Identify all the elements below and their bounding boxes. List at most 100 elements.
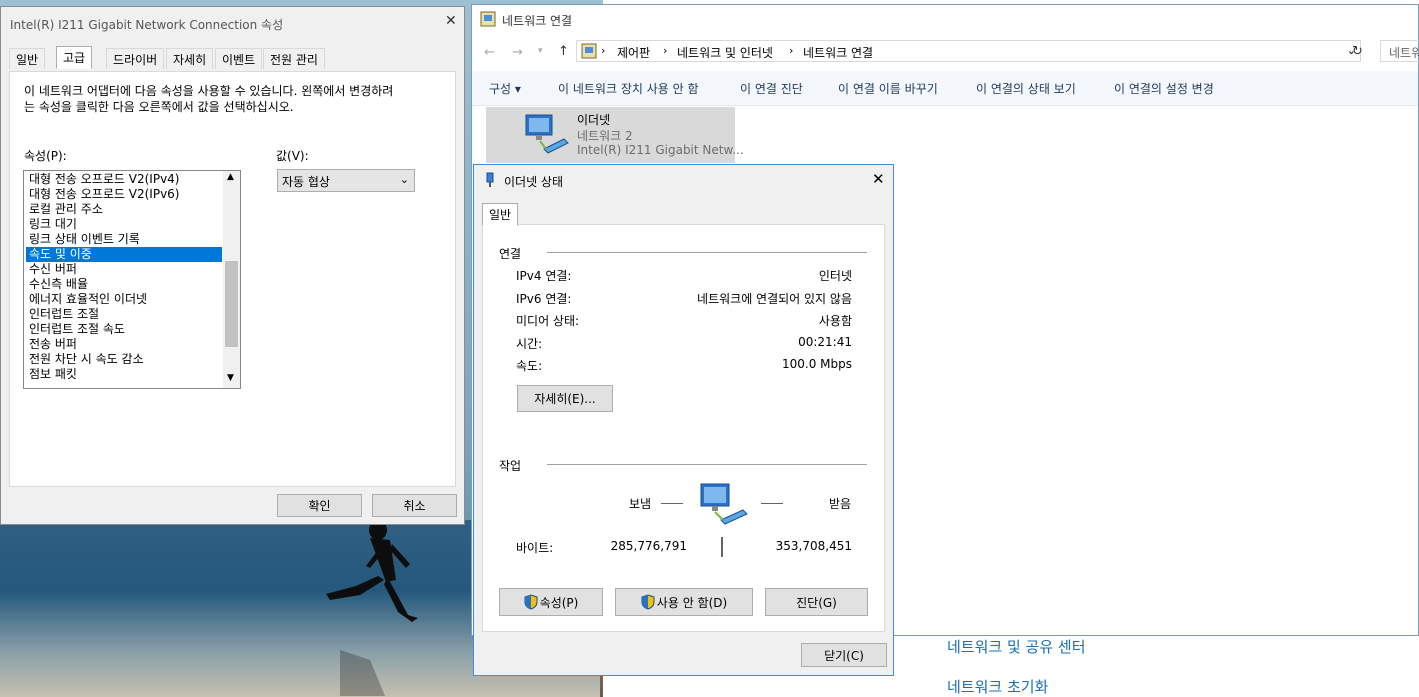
property-list-item[interactable]: 수신측 배율: [26, 277, 222, 292]
change-settings-command[interactable]: 이 연결의 설정 변경: [1114, 80, 1214, 97]
network-folder-icon: [480, 11, 496, 27]
tab-events[interactable]: 이벤트: [215, 48, 263, 69]
breadcrumb-network-connections[interactable]: 네트워크 연결: [803, 44, 873, 61]
duration-label: 시간:: [516, 337, 543, 351]
recent-locations-icon[interactable]: ▾: [538, 46, 543, 56]
tab-details[interactable]: 자세히: [166, 48, 214, 69]
rename-command[interactable]: 이 연결 이름 바꾸기: [838, 80, 938, 97]
value-select[interactable]: 자동 협상 ⌄: [277, 169, 415, 192]
description-text: 이 네트워크 어댑터에 다음 속성을 사용할 수 있습니다. 왼쪽에서 변경하려…: [24, 84, 394, 114]
ipv6-label: IPv6 연결:: [516, 292, 572, 306]
tab-general[interactable]: 일반: [9, 48, 46, 69]
shield-icon: [524, 594, 538, 610]
media-state-value: 사용함: [818, 314, 852, 328]
media-state-label: 미디어 상태:: [516, 314, 580, 328]
tab-advanced[interactable]: 고급: [56, 46, 93, 69]
breadcrumb-chevron-icon: ›: [789, 44, 794, 57]
close-icon[interactable]: ✕: [872, 170, 885, 188]
adapter-network: 네트워크 2: [577, 129, 633, 143]
received-label: 받음: [829, 497, 852, 511]
breadcrumb-chevron-icon: ›: [663, 44, 668, 57]
ok-button[interactable]: 확인: [277, 494, 362, 517]
up-arrow-icon[interactable]: ↑: [558, 44, 569, 59]
activity-group-label: 작업: [499, 459, 522, 473]
ipv6-value: 네트워크에 연결되어 있지 않음: [697, 292, 852, 306]
property-listbox[interactable]: 대형 전송 오프로드 V2(IPv4) 대형 전송 오프로드 V2(IPv6) 로컬…: [23, 170, 241, 389]
forward-arrow-icon[interactable]: →: [512, 45, 523, 60]
property-list-item[interactable]: 인터럽트 조절 속도: [26, 322, 222, 337]
runner-silhouette: [326, 520, 418, 696]
property-list-item[interactable]: 인터럽트 조절: [26, 307, 222, 322]
adapter-item-ethernet[interactable]: 이더넷 네트워크 2 Intel(R) I211 Gigabit Netw...: [486, 107, 744, 163]
property-list-item[interactable]: 대형 전송 오프로드 V2(IPv4): [26, 172, 222, 187]
duration-value: 00:21:41: [798, 335, 852, 349]
general-tab-panel: 연결 IPv4 연결: 인터넷 IPv6 연결: 네트워크에 연결되어 있지 않…: [482, 224, 885, 632]
shield-icon: [641, 594, 655, 610]
property-list-item[interactable]: 점보 패킷: [26, 367, 222, 382]
scrollbar-thumb[interactable]: [225, 261, 238, 347]
group-divider: [547, 464, 867, 465]
listbox-scrollbar[interactable]: ▲ ▼: [223, 171, 240, 388]
property-list-item[interactable]: 대형 전송 오프로드 V2(IPv6): [26, 187, 222, 202]
property-list-item[interactable]: 수신 버퍼: [26, 262, 222, 277]
bytes-divider: [721, 537, 723, 557]
refresh-icon[interactable]: ↻: [1352, 44, 1363, 59]
ipv4-label: IPv4 연결:: [516, 269, 572, 283]
diagnose-button[interactable]: 진단(G): [765, 588, 868, 616]
breadcrumb-network-internet[interactable]: 네트워크 및 인터넷: [677, 44, 773, 61]
network-reset-link[interactable]: 네트워크 초기화: [947, 676, 1048, 697]
connection-group-label: 연결: [499, 247, 522, 261]
ethernet-plug-icon: [486, 172, 494, 187]
command-bar: 구성 ▾ 이 네트워크 장치 사용 안 함 이 연결 진단 이 연결 이름 바꾸…: [472, 71, 1418, 106]
chevron-down-icon: ⌄: [399, 173, 409, 186]
network-sharing-center-link[interactable]: 네트워크 및 공유 센터: [947, 636, 1086, 657]
property-label: 속성(P):: [24, 149, 67, 163]
value-label: 값(V):: [276, 149, 309, 163]
cancel-button[interactable]: 취소: [372, 494, 457, 517]
value-select-text: 자동 협상: [282, 175, 330, 189]
property-list-item[interactable]: 에너지 효율적인 이더넷: [26, 292, 222, 307]
scroll-up-icon[interactable]: ▲: [227, 172, 234, 182]
tab-driver[interactable]: 드라이버: [106, 48, 165, 69]
address-field[interactable]: › 제어판 › 네트워크 및 인터넷 › 네트워크 연결 ⌄: [576, 40, 1361, 62]
property-list-item[interactable]: 속도 및 이중: [26, 247, 222, 262]
sent-label: 보냄: [629, 497, 652, 511]
disable-button[interactable]: 사용 안 함(D): [615, 588, 753, 616]
scroll-down-icon[interactable]: ▼: [227, 373, 234, 383]
property-list-item[interactable]: 링크 대기: [26, 217, 222, 232]
details-button[interactable]: 자세히(E)...: [517, 385, 613, 412]
bytes-received-value: 353,708,451: [775, 539, 852, 553]
search-placeholder: 네트워: [1389, 46, 1419, 60]
disable-device-command[interactable]: 이 네트워크 장치 사용 안 함: [558, 80, 699, 97]
property-list-item[interactable]: 전송 버퍼: [26, 337, 222, 352]
window-title: 네트워크 연결: [502, 14, 573, 28]
view-status-command[interactable]: 이 연결의 상태 보기: [976, 80, 1076, 97]
disable-button-label: 사용 안 함(D): [656, 595, 728, 610]
adapter-properties-window: Intel(R) I211 Gigabit Network Connection…: [0, 6, 465, 525]
property-list-item[interactable]: 전원 차단 시 속도 감소: [26, 352, 222, 367]
adapter-name: 이더넷: [577, 113, 611, 127]
organize-menu-button[interactable]: 구성 ▾: [489, 80, 521, 97]
address-bar-row: ← → ▾ ↑ › 제어판 › 네트워크 및 인터넷 › 네트워크 연결 ⌄ ↻…: [472, 37, 1419, 71]
properties-button-label: 속성(P): [539, 595, 579, 610]
ipv4-value: 인터넷: [818, 269, 852, 283]
diagnose-command[interactable]: 이 연결 진단: [740, 80, 803, 97]
bytes-sent-value: 285,776,791: [610, 539, 687, 553]
speed-label: 속도:: [516, 359, 543, 373]
properties-button[interactable]: 속성(P): [499, 588, 603, 616]
search-input[interactable]: 네트워: [1380, 40, 1419, 62]
property-list-item[interactable]: 링크 상태 이벤트 기록: [26, 232, 222, 247]
sent-dash: [661, 503, 683, 504]
close-icon[interactable]: ✕: [445, 13, 457, 29]
back-arrow-icon[interactable]: ←: [484, 45, 495, 60]
property-list-item[interactable]: 로컬 관리 주소: [26, 202, 222, 217]
tab-power-management[interactable]: 전원 관리: [263, 48, 325, 69]
breadcrumb-control-panel[interactable]: 제어판: [617, 44, 650, 61]
tab-general[interactable]: 일반: [482, 203, 519, 226]
close-button[interactable]: 닫기(C): [801, 643, 887, 667]
network-activity-icon: [700, 483, 748, 525]
title-bar: 네트워크 연결: [472, 5, 1418, 35]
network-adapter-icon: [525, 114, 569, 154]
bytes-label: 바이트:: [516, 541, 554, 555]
received-dash: [761, 503, 783, 504]
